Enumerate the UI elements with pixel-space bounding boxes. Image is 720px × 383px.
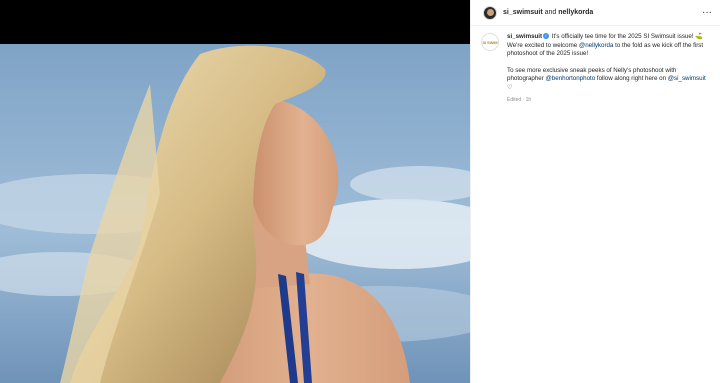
caption-username[interactable]: si_swimsuit [507, 33, 542, 40]
account-username[interactable]: si_swimsuit [503, 9, 543, 16]
account-avatar[interactable] [483, 5, 497, 20]
post-media[interactable] [0, 0, 470, 383]
post-author-line: si_swimsuit and nellykorda [503, 9, 702, 16]
caption-paragraph-2: To see more exclusive sneak peeks of Nel… [507, 67, 708, 93]
caption-avatar[interactable]: SI SWIM [481, 33, 499, 51]
post-photo[interactable] [0, 44, 470, 383]
verified-badge-icon: ✓ [543, 33, 550, 40]
heart-emoji: ♡ [507, 83, 513, 91]
author-joiner: and [542, 9, 559, 16]
instagram-post: si_swimsuit and nellykorda ··· SI SWIM s… [0, 0, 720, 383]
more-horizontal-icon[interactable]: ··· [702, 7, 712, 18]
mention-link[interactable]: @si_swimsuit [668, 75, 706, 82]
caption-paragraph-1: si_swimsuit ✓ It's officially tee time fo… [507, 33, 708, 59]
caption: SI SWIM si_swimsuit ✓ It's officially tee… [471, 26, 720, 104]
media-top-bar [0, 0, 470, 44]
collaborator-username[interactable]: nellykorda [558, 9, 593, 16]
post-header: si_swimsuit and nellykorda ··· [471, 0, 720, 26]
post-meta: Edited · 1h [507, 96, 532, 103]
caption-body: si_swimsuit ✓ It's officially tee time fo… [507, 33, 708, 104]
avatar-logo-text: SI SWIM [482, 39, 498, 45]
mention-link[interactable]: @benhortonphoto [546, 75, 596, 82]
mention-link[interactable]: @nellykorda [579, 42, 614, 49]
post-side-panel: si_swimsuit and nellykorda ··· SI SWIM s… [470, 0, 720, 383]
caption-text: follow along right here on [595, 75, 668, 83]
